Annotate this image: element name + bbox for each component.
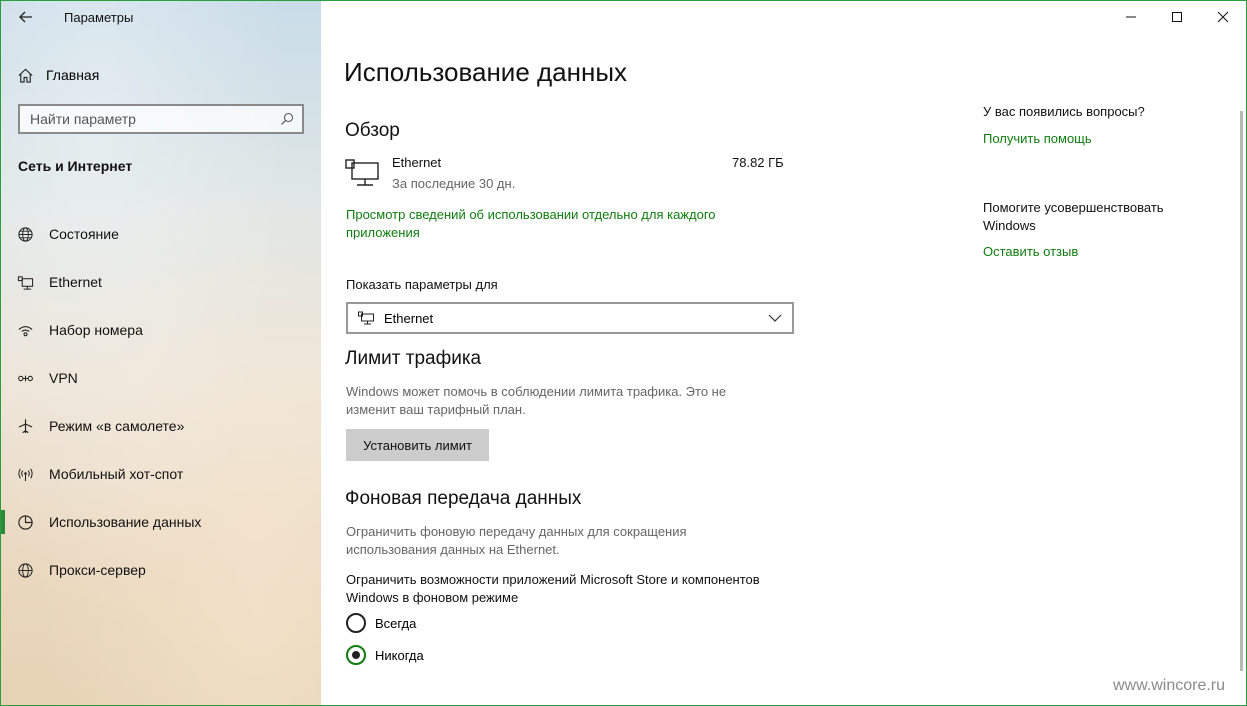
maximize-button[interactable]: [1154, 1, 1200, 33]
radio-label: Никогда: [375, 647, 424, 663]
data-usage-icon: [18, 514, 33, 530]
watermark: www.wincore.ru: [1113, 677, 1226, 694]
sidebar-item-label: VPN: [49, 370, 78, 386]
sidebar-item-hotspot[interactable]: Мобильный хот-спот: [1, 450, 321, 498]
search-input[interactable]: Найти параметр: [18, 104, 304, 134]
background-data-heading: Фоновая передача данных: [345, 488, 582, 509]
sidebar-item-label: Использование данных: [49, 514, 202, 530]
improve-windows-text: Помогите усовершенствовать Windows: [983, 200, 1164, 233]
dial-up-icon: [18, 325, 33, 336]
network-name: Ethernet: [392, 155, 442, 170]
network-select[interactable]: Ethernet: [346, 302, 794, 334]
settings-window: Параметры Главная Найти параметр Сеть и …: [0, 0, 1247, 706]
search-placeholder: Найти параметр: [30, 111, 136, 127]
network-select-value: Ethernet: [384, 310, 434, 326]
sidebar-item-vpn[interactable]: VPN: [1, 354, 321, 402]
usage-period: За последние 30 дн.: [392, 176, 516, 191]
maximize-icon: [1172, 12, 1182, 22]
airplane-icon: [18, 418, 33, 433]
app-title: Параметры: [64, 10, 134, 25]
feedback-link[interactable]: Оставить отзыв: [983, 244, 1078, 259]
show-settings-label: Показать параметры для: [346, 277, 498, 292]
ethernet-icon: [17, 275, 34, 290]
globe-status-icon: [18, 226, 33, 242]
sidebar-item-label: Прокси-сервер: [49, 562, 146, 578]
home-icon: [18, 68, 33, 83]
overview-heading: Обзор: [345, 120, 400, 141]
sidebar: Параметры Главная Найти параметр Сеть и …: [1, 1, 321, 705]
radio-circle: [346, 645, 366, 665]
main-content: Использование данных Обзор Ethernet За п…: [321, 1, 1246, 705]
ethernet-icon: [358, 311, 374, 325]
radio-label: Всегда: [375, 615, 417, 631]
background-data-description: Ограничить фоновую передачу данных для с…: [346, 524, 687, 557]
minimize-icon: [1126, 16, 1136, 18]
per-app-usage-link[interactable]: Просмотр сведений об использовании отдел…: [346, 206, 766, 242]
sidebar-item-label: Ethernet: [49, 274, 102, 290]
sidebar-item-label: Мобильный хот-спот: [49, 466, 184, 482]
sidebar-item-airplane[interactable]: Режим «в самолете»: [1, 402, 321, 450]
get-help-link[interactable]: Получить помощь: [983, 131, 1092, 146]
sidebar-nav: Состояние Ethernet Набор номера VPN Режи…: [1, 210, 321, 594]
radio-circle: [346, 613, 366, 633]
chevron-down-icon: [768, 314, 782, 322]
sidebar-item-ethernet[interactable]: Ethernet: [1, 258, 321, 306]
section-title: Сеть и Интернет: [18, 158, 133, 174]
globe-icon: [18, 562, 33, 578]
ethernet-icon: [345, 159, 379, 186]
close-button[interactable]: [1200, 1, 1246, 33]
radio-dot: [352, 651, 360, 659]
set-limit-button[interactable]: Установить лимит: [346, 429, 489, 461]
back-button[interactable]: [15, 5, 39, 29]
limit-description: Windows может помочь в соблюдении лимита…: [346, 384, 727, 417]
help-question: У вас появились вопросы?: [983, 104, 1145, 119]
restrict-background-label: Ограничить возможности приложений Micros…: [346, 572, 760, 605]
sidebar-home[interactable]: Главная: [17, 63, 99, 87]
scrollbar[interactable]: [1240, 111, 1243, 671]
page-title: Использование данных: [344, 57, 628, 87]
search-icon: [281, 112, 294, 125]
usage-amount: 78.82 ГБ: [732, 155, 784, 170]
sidebar-item-label: Состояние: [49, 226, 119, 242]
limit-heading: Лимит трафика: [345, 348, 482, 369]
radio-never[interactable]: Никогда: [346, 645, 424, 665]
hotspot-icon: [18, 468, 33, 481]
home-label: Главная: [46, 67, 100, 83]
minimize-button[interactable]: [1108, 1, 1154, 33]
back-arrow-icon: [19, 11, 32, 23]
sidebar-item-label: Набор номера: [49, 322, 143, 338]
vpn-icon: [18, 375, 33, 381]
close-icon: [1217, 11, 1229, 23]
radio-always[interactable]: Всегда: [346, 613, 416, 633]
sidebar-item-status[interactable]: Состояние: [1, 210, 321, 258]
sidebar-item-data-usage[interactable]: Использование данных: [1, 498, 321, 546]
sidebar-item-label: Режим «в самолете»: [49, 418, 185, 434]
sidebar-item-dial-up[interactable]: Набор номера: [1, 306, 321, 354]
sidebar-item-proxy[interactable]: Прокси-сервер: [1, 546, 321, 594]
